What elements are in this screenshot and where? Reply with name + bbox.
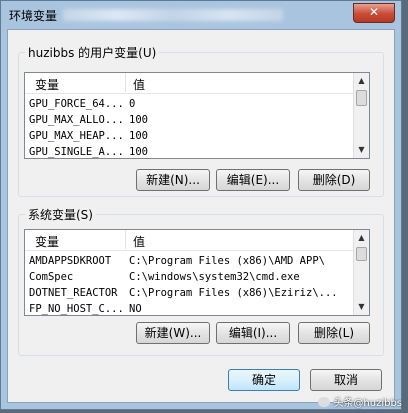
var-value: NO <box>129 303 142 315</box>
system-new-button[interactable]: 新建(W)... <box>136 322 210 344</box>
window-title: 环境变量 <box>9 9 58 23</box>
scroll-down-icon[interactable]: ▼ <box>354 299 369 315</box>
table-row[interactable]: GPU_FORCE_64... 0 <box>25 97 355 113</box>
var-value: 100 <box>129 130 148 142</box>
list-header: 变量 值 <box>25 73 369 94</box>
system-vars-list[interactable]: 变量 值 AMDAPPSDKROOT C:\Program Files (x86… <box>24 229 370 316</box>
column-divider[interactable] <box>125 230 126 249</box>
user-vars-list[interactable]: 变量 值 GPU_FORCE_64... 0 GPU_MAX_ALLO... 1… <box>24 72 370 159</box>
var-value: C:\Program Files (x86)\Eziriz\... <box>129 287 338 299</box>
var-value: 100 <box>129 146 148 158</box>
cancel-button[interactable]: 取消 <box>310 369 382 391</box>
user-new-button[interactable]: 新建(N)... <box>136 169 210 191</box>
var-value: 100 <box>129 114 148 126</box>
user-vars-label: huzibbs 的用户变量(U) <box>25 44 160 61</box>
var-value: C:\Program Files (x86)\AMD APP\ <box>129 255 325 267</box>
scroll-up-icon[interactable]: ▲ <box>354 73 369 89</box>
column-divider[interactable] <box>125 73 126 92</box>
env-vars-window: 环境变量 ✕ huzibbs 的用户变量(U) 变量 值 GPU_FORCE_6… <box>0 0 402 410</box>
column-header-variable[interactable]: 变量 <box>35 76 59 93</box>
scroll-thumb[interactable] <box>356 90 367 106</box>
var-name: GPU_MAX_HEAP... <box>29 130 124 142</box>
table-row[interactable]: GPU_MAX_HEAP... 100 <box>25 129 355 145</box>
user-edit-button[interactable]: 编辑(E)... <box>216 169 290 191</box>
table-row[interactable]: GPU_MAX_ALLO... 100 <box>25 113 355 129</box>
var-name: GPU_FORCE_64... <box>29 98 124 110</box>
table-row[interactable]: ComSpec C:\windows\system32\cmd.exe <box>25 270 355 286</box>
ok-button[interactable]: 确定 <box>228 369 300 391</box>
watermark: 头条@huzibbs <box>318 394 402 409</box>
scroll-thumb[interactable] <box>356 247 367 261</box>
system-edit-button[interactable]: 编辑(I)... <box>216 322 290 344</box>
table-row[interactable]: DOTNET_REACTOR C:\Program Files (x86)\Ez… <box>25 286 355 302</box>
var-name: ComSpec <box>29 271 74 283</box>
table-row[interactable]: FP_NO_HOST_C... NO <box>25 302 355 315</box>
title-bar[interactable]: 环境变量 ✕ <box>1 1 401 29</box>
close-button[interactable]: ✕ <box>353 3 395 23</box>
var-value: 0 <box>129 98 136 110</box>
var-name: GPU_SINGLE_A... <box>29 146 124 158</box>
watermark-text: 头条@huzibbs <box>333 398 402 409</box>
column-header-value[interactable]: 值 <box>133 76 145 93</box>
column-header-value[interactable]: 值 <box>133 233 145 250</box>
table-row[interactable]: GPU_SINGLE_A... 100 <box>25 145 355 158</box>
var-name: GPU_MAX_ALLO... <box>29 114 124 126</box>
var-name: FP_NO_HOST_C... <box>29 303 124 315</box>
watermark-logo-icon <box>318 397 331 407</box>
system-delete-button[interactable]: 删除(L) <box>298 322 370 344</box>
table-row[interactable]: AMDAPPSDKROOT C:\Program Files (x86)\AMD… <box>25 254 355 270</box>
scroll-up-icon[interactable]: ▲ <box>354 230 369 246</box>
vertical-scrollbar[interactable]: ▲ ▼ <box>353 230 369 315</box>
var-name: AMDAPPSDKROOT <box>29 255 112 267</box>
var-value: C:\windows\system32\cmd.exe <box>129 271 300 283</box>
var-name: DOTNET_REACTOR <box>29 287 118 299</box>
close-icon: ✕ <box>368 5 380 19</box>
scroll-down-icon[interactable]: ▼ <box>354 142 369 158</box>
system-vars-label: 系统变量(S) <box>25 206 96 223</box>
dialog-client: huzibbs 的用户变量(U) 变量 值 GPU_FORCE_64... 0 … <box>7 29 395 403</box>
list-header: 变量 值 <box>25 230 369 251</box>
vertical-scrollbar[interactable]: ▲ ▼ <box>353 73 369 158</box>
user-delete-button[interactable]: 删除(D) <box>298 169 370 191</box>
blurred-title-area <box>63 9 283 21</box>
column-header-variable[interactable]: 变量 <box>35 233 59 250</box>
